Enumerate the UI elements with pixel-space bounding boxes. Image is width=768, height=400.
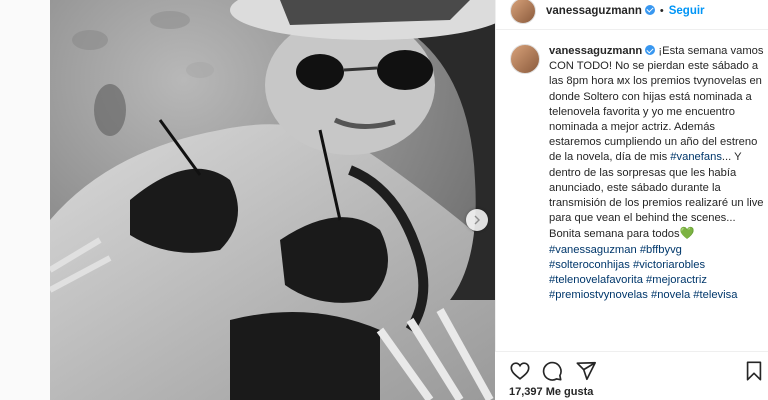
- hashtag[interactable]: #novela: [651, 289, 690, 301]
- hashtag[interactable]: #televisa: [693, 289, 737, 301]
- hashtag[interactable]: #vanessaguzman: [549, 244, 637, 256]
- inline-hashtag[interactable]: #vanefans: [670, 151, 722, 163]
- hashtag[interactable]: #bffbyvg: [640, 244, 682, 256]
- header-separator: •: [659, 4, 664, 17]
- green-heart-emoji: 💚: [679, 226, 695, 241]
- caption-body: ¡Esta semana vamos CON TODO! No se pierd…: [549, 45, 764, 164]
- caption-text: vanessaguzmann ¡Esta semana vamos CON TO…: [549, 44, 765, 243]
- caption-verified-icon: [645, 45, 656, 55]
- likes-count[interactable]: 17,397 Me gusta: [509, 386, 593, 398]
- post-sidebar: vanessaguzmann • Seguir vanessaguzmann ¡…: [495, 0, 768, 400]
- header-username[interactable]: vanessaguzmann: [546, 4, 655, 17]
- caption-avatar[interactable]: [510, 44, 540, 74]
- heart-icon[interactable]: [509, 360, 531, 382]
- bookmark-icon[interactable]: [743, 360, 765, 382]
- follow-button[interactable]: Seguir: [669, 5, 705, 17]
- action-bar: 17,397 Me gusta: [495, 351, 768, 400]
- post-photo[interactable]: [50, 0, 495, 400]
- hashtag[interactable]: #victoriarobles: [633, 259, 705, 271]
- hashtag[interactable]: #mejoractriz: [646, 274, 707, 286]
- likes-label[interactable]: Me gusta: [546, 386, 594, 398]
- header-username-text[interactable]: vanessaguzmann: [546, 5, 642, 17]
- share-icon[interactable]: [575, 360, 597, 382]
- hashtag[interactable]: #premiostvynovelas: [549, 289, 648, 301]
- chevron-right-icon: [474, 215, 480, 225]
- post-header: vanessaguzmann • Seguir: [496, 0, 768, 30]
- caption-username[interactable]: vanessaguzmann: [549, 45, 642, 57]
- hashtag-list: #vanessaguzman #bffbyvg #solteroconhijas…: [549, 243, 765, 304]
- comment-icon[interactable]: [541, 360, 563, 382]
- hashtag[interactable]: #telenovelafavorita: [549, 274, 643, 286]
- verified-icon: [644, 4, 655, 15]
- photo-image: [50, 0, 495, 400]
- caption-body-2: ... Y dentro de las sorpresas que les ha…: [549, 151, 764, 241]
- instagram-post-page: vanessaguzmann • Seguir vanessaguzmann ¡…: [0, 0, 768, 400]
- post-caption: vanessaguzmann ¡Esta semana vamos CON TO…: [510, 44, 765, 334]
- next-photo-button[interactable]: [466, 209, 488, 231]
- hashtag[interactable]: #solteroconhijas: [549, 259, 630, 271]
- avatar[interactable]: [510, 0, 536, 24]
- likes-number[interactable]: 17,397: [509, 386, 543, 398]
